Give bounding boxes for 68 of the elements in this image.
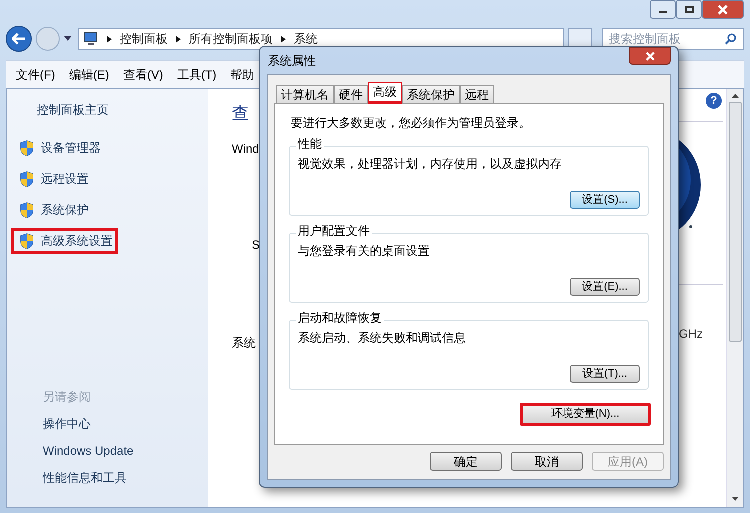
group-title: 性能 [296, 138, 324, 150]
shield-icon [19, 202, 35, 218]
help-button[interactable]: ? [706, 93, 722, 109]
menu-item[interactable]: 工具(T) [177, 66, 217, 84]
menu-item[interactable]: 查看(V) [123, 66, 164, 84]
settings-button[interactable]: 设置(T)... [570, 365, 640, 383]
settings-button[interactable]: 设置(S)... [570, 191, 640, 209]
search-input[interactable]: 搜索控制面板 [609, 30, 709, 48]
group-description: 与您登录有关的桌面设置 [298, 243, 431, 260]
sidebar-link[interactable]: 性能信息和工具 [43, 469, 208, 487]
dropdown-icon[interactable] [64, 36, 72, 42]
shield-icon [19, 140, 35, 156]
close-button[interactable] [702, 0, 744, 19]
close-icon [646, 52, 654, 60]
sidebar-item[interactable]: 设备管理器 [11, 135, 106, 161]
dialog-button[interactable]: 确定 [430, 452, 502, 471]
sidebar-link[interactable]: Windows Update [43, 442, 208, 460]
search-field[interactable]: 搜索控制面板 [602, 28, 744, 50]
tab[interactable]: 计算机名 [276, 85, 334, 103]
breadcrumb-item[interactable]: 所有控制面板项 [189, 30, 273, 48]
sidebar-item[interactable]: 系统保护 [11, 197, 94, 223]
group-title: 启动和故障恢复 [296, 312, 384, 324]
breadcrumb-separator-icon [107, 36, 112, 42]
shield-icon [19, 232, 35, 250]
environment-variables-button[interactable]: 环境变量(N)... [520, 403, 651, 426]
info-text: GHz [679, 326, 703, 343]
info-text: S [252, 237, 260, 254]
scroll-up-icon[interactable] [732, 94, 738, 98]
breadcrumb-item[interactable]: 控制面板 [120, 30, 168, 48]
back-arrow-icon [12, 33, 26, 45]
section-heading: 另请参阅 [43, 389, 92, 406]
dialog-title: 系统属性 [268, 52, 316, 70]
group-description: 视觉效果，处理器计划，内存使用，以及虚拟内存 [298, 156, 563, 173]
menu-item[interactable]: 帮助 [230, 66, 255, 84]
group-description: 系统启动、系统失败和调试信息 [298, 330, 467, 347]
breadcrumb-item[interactable]: 系统 [294, 30, 318, 48]
scroll-down-icon[interactable] [732, 497, 738, 501]
tab[interactable]: 系统保护 [402, 85, 460, 103]
tab[interactable]: 硬件 [334, 85, 368, 103]
group-title: 用户配置文件 [296, 225, 372, 237]
notice-text: 要进行大多数更改，您必须作为管理员登录。 [291, 115, 532, 132]
shield-icon [19, 170, 35, 188]
close-icon [718, 4, 728, 14]
section-title: Wind [232, 141, 260, 158]
sidebar-item[interactable]: 高级系统设置 [11, 228, 118, 254]
sidebar-link[interactable]: 控制面板主页 [37, 101, 208, 119]
close-button[interactable] [629, 47, 671, 65]
page-heading: 查 [232, 105, 249, 122]
search-icon [725, 33, 737, 45]
settings-button[interactable]: 设置(E)... [570, 278, 640, 296]
sidebar-item[interactable]: 远程设置 [11, 166, 94, 192]
maximize-button[interactable] [676, 0, 702, 19]
minimize-button[interactable] [650, 0, 676, 19]
computer-icon [83, 32, 99, 46]
dialog-button[interactable]: 取消 [511, 452, 583, 471]
sidebar-link[interactable]: 操作中心 [43, 415, 208, 433]
section-title: 系统 [232, 335, 256, 352]
maximize-icon [684, 6, 694, 13]
scrollbar-thumb[interactable] [728, 102, 742, 342]
scrollbar[interactable] [726, 89, 743, 507]
tab[interactable]: 远程 [460, 85, 494, 103]
minimize-icon [659, 11, 667, 13]
breadcrumb-separator-icon [281, 36, 286, 42]
menu-item[interactable]: 文件(F) [16, 66, 56, 84]
breadcrumb-separator-icon [176, 36, 181, 42]
tab[interactable]: 高级 [368, 82, 402, 104]
menu-item[interactable]: 编辑(E) [69, 66, 110, 84]
back-button[interactable] [6, 26, 32, 52]
